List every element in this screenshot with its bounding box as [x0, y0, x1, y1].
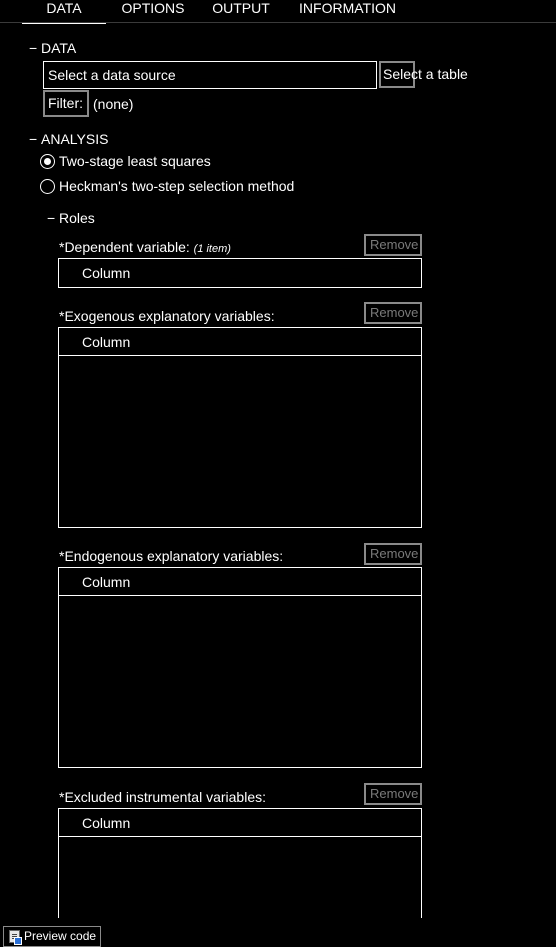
endogenous-variable-list[interactable]: Column: [58, 567, 422, 768]
roles-section-header[interactable]: − Roles: [47, 210, 95, 226]
dependent-variable-count: (1 item): [193, 243, 231, 255]
tab-bar-divider: [0, 22, 556, 23]
exogenous-variables-label: *Exogenous explanatory variables:: [59, 308, 275, 324]
dependent-column-header: Column: [82, 265, 131, 281]
tab-information[interactable]: INFORMATION: [290, 0, 405, 22]
collapse-icon[interactable]: −: [29, 131, 41, 147]
collapse-icon[interactable]: −: [29, 40, 41, 56]
select-table-button[interactable]: Select a table: [379, 61, 468, 88]
dependent-remove-button[interactable]: Remove: [364, 234, 422, 256]
analysis-section-header[interactable]: − ANALYSIS: [29, 131, 108, 147]
tab-data[interactable]: DATA: [22, 0, 106, 24]
endogenous-remove-button[interactable]: Remove: [364, 543, 422, 565]
exogenous-column-header: Column: [59, 328, 421, 356]
roles-section-title: Roles: [59, 210, 95, 226]
excluded-remove-button[interactable]: Remove: [364, 783, 422, 805]
tab-output[interactable]: OUTPUT: [207, 0, 275, 22]
collapse-icon[interactable]: −: [47, 210, 59, 226]
excluded-column-header: Column: [59, 809, 421, 837]
filter-button[interactable]: Filter:: [43, 90, 89, 117]
data-source-placeholder: Select a data source: [48, 67, 176, 83]
endogenous-column-header: Column: [59, 568, 421, 596]
data-section-title: DATA: [41, 40, 77, 56]
radio-button[interactable]: [40, 179, 55, 194]
method-option-label: Two-stage least squares: [59, 153, 211, 169]
dependent-variable-title: *Dependent variable:: [59, 239, 190, 255]
select-table-label: Select a table: [383, 66, 468, 82]
dependent-variable-list[interactable]: Column: [58, 258, 422, 288]
analysis-section-title: ANALYSIS: [41, 131, 109, 147]
exogenous-variable-list[interactable]: Column: [58, 327, 422, 528]
method-option-label: Heckman's two-step selection method: [59, 178, 295, 194]
preview-code-button[interactable]: Preview code: [3, 926, 101, 947]
filter-value: (none): [93, 96, 134, 112]
radio-button-checked[interactable]: [40, 154, 55, 169]
endogenous-variables-label: *Endogenous explanatory variables:: [59, 548, 284, 564]
filter-label: Filter:: [48, 95, 83, 111]
excluded-instruments-list[interactable]: Column: [58, 808, 422, 918]
code-document-icon: [9, 930, 22, 945]
excluded-instruments-label: *Excluded instrumental variables:: [59, 789, 266, 805]
dependent-variable-label: *Dependent variable: (1 item): [59, 239, 231, 255]
data-section-header[interactable]: − DATA: [29, 40, 76, 56]
exogenous-remove-button[interactable]: Remove: [364, 302, 422, 324]
data-source-field[interactable]: Select a data source: [43, 61, 377, 89]
tab-bar: DATA OPTIONS OUTPUT INFORMATION: [0, 0, 556, 24]
tab-options[interactable]: OPTIONS: [115, 0, 191, 22]
task-panel: DATA OPTIONS OUTPUT INFORMATION − DATA Se…: [0, 0, 556, 947]
preview-code-label: Preview code: [24, 929, 97, 943]
